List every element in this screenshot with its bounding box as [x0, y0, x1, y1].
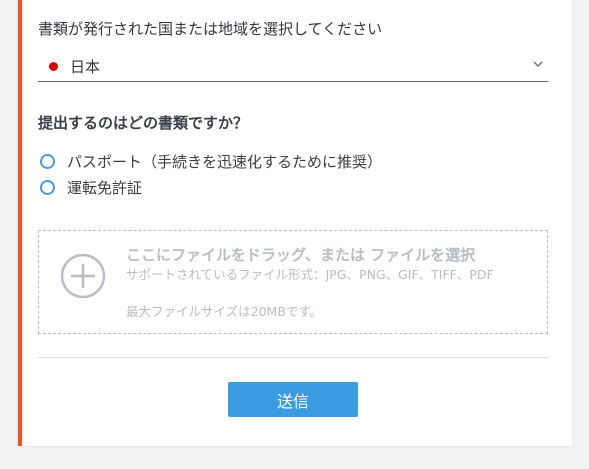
japan-flag-icon: [49, 62, 58, 71]
radio-button[interactable]: [40, 179, 55, 195]
file-dropzone[interactable]: ここにファイルをドラッグ、または ファイルを選択 サポートされているファイル形式…: [38, 230, 548, 334]
radio-label-passport: パスポート（手続きを迅速化するために推奨）: [67, 152, 383, 171]
supported-formats-text: サポートされているファイル形式：JPG、PNG、GIF、TIFF、PDF: [126, 267, 494, 282]
radio-option-drivers-license[interactable]: 運転免許証: [40, 177, 142, 197]
radio-button[interactable]: [40, 153, 55, 169]
document-upload-card: 書類が発行された国または地域を選択してください 日本 提出するのはどの書類ですか…: [18, 0, 572, 446]
max-file-size-text: 最大ファイルサイズは20MBです。: [126, 304, 323, 319]
radio-option-passport[interactable]: パスポート（手続きを迅速化するために推奨）: [40, 151, 382, 171]
radio-label-drivers-license: 運転免許証: [67, 178, 143, 197]
document-type-question: 提出するのはどの書類ですか？: [38, 114, 249, 132]
country-select-value: 日本: [70, 58, 101, 76]
divider: [38, 357, 548, 358]
country-select[interactable]: 日本: [38, 52, 548, 82]
dropzone-title: ここにファイルをドラッグ、または ファイルを選択: [126, 246, 476, 264]
submit-button[interactable]: 送信: [228, 382, 358, 417]
country-select-label: 書類が発行された国または地域を選択してください: [38, 20, 383, 38]
plus-circle-icon: [60, 253, 106, 299]
chevron-down-icon: [533, 61, 543, 67]
